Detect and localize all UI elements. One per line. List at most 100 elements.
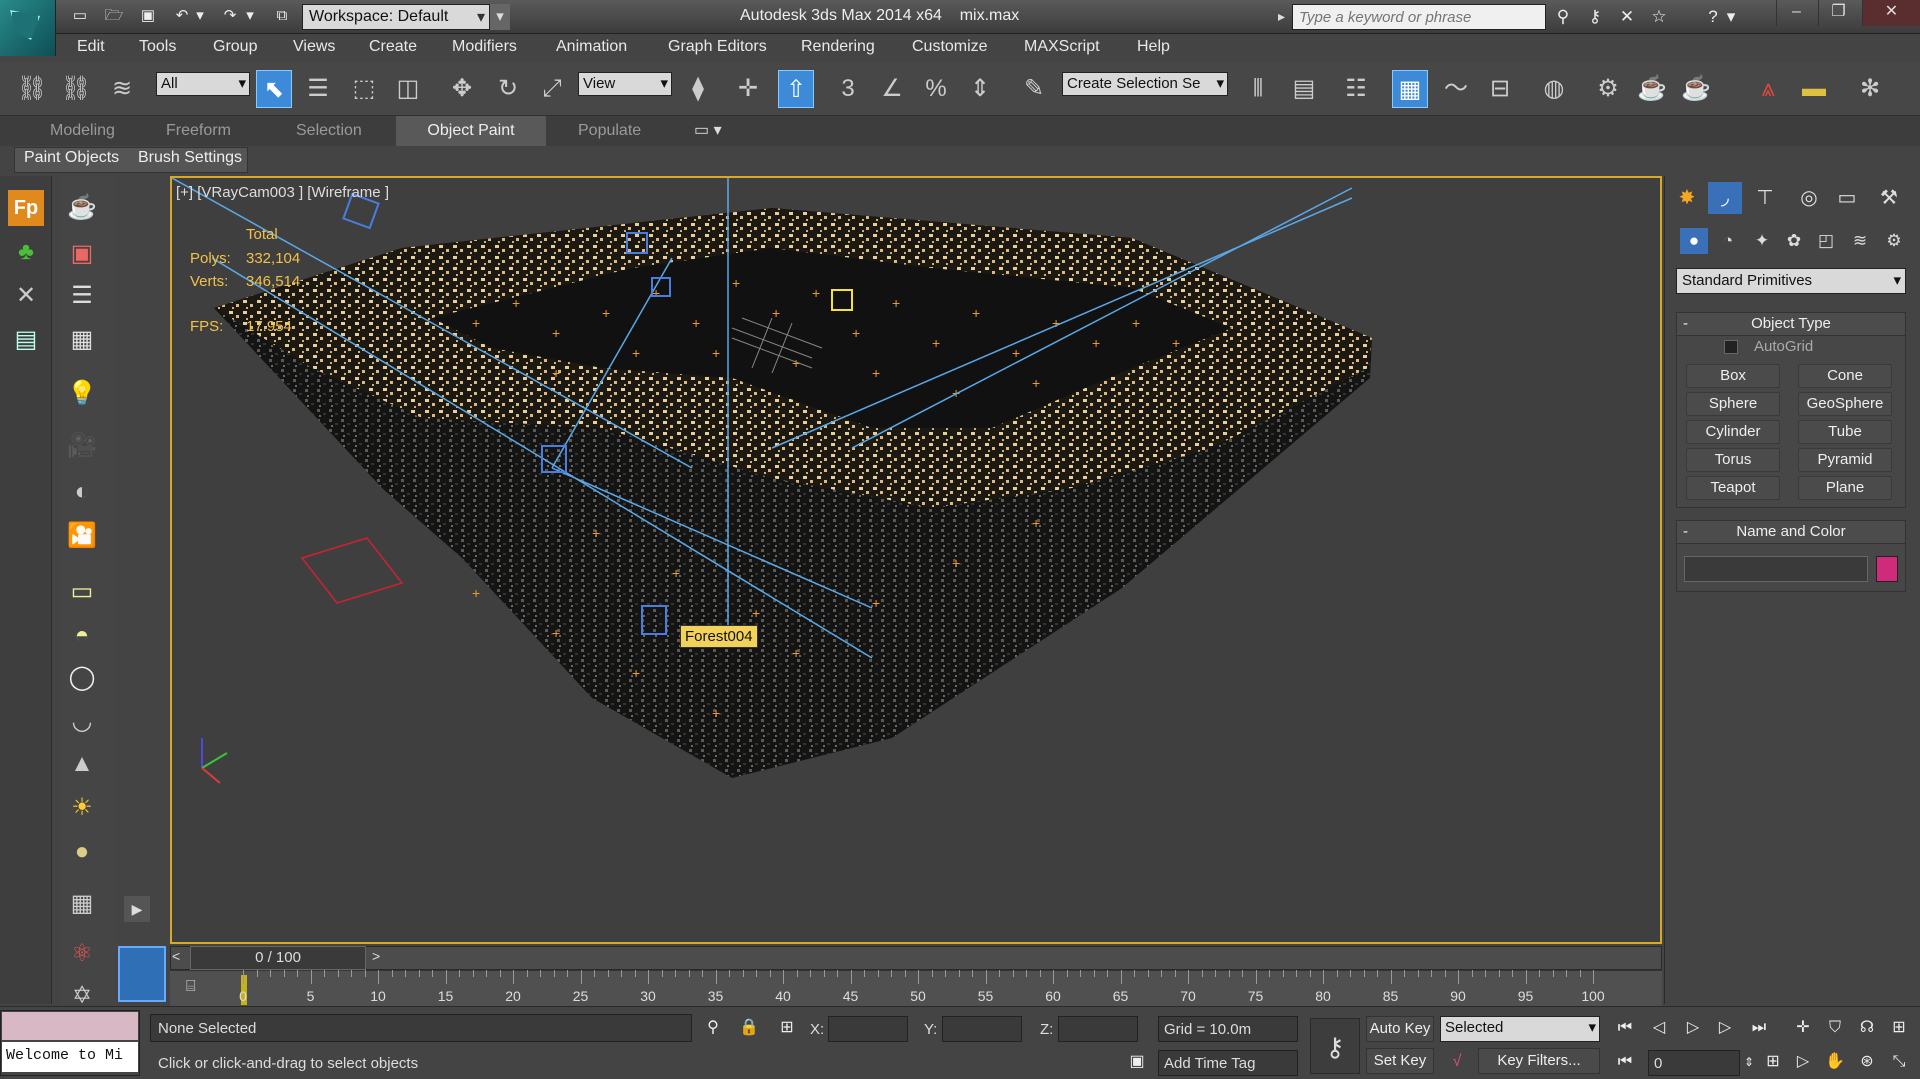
- window-crossing-icon[interactable]: ◫: [390, 70, 426, 108]
- menu-edit[interactable]: Edit: [77, 38, 105, 56]
- tube-button[interactable]: Tube: [1798, 420, 1892, 444]
- camera-icon[interactable]: 🎥: [64, 428, 100, 464]
- close-button[interactable]: ✕: [1862, 0, 1920, 26]
- default-tangents-icon[interactable]: √: [1444, 1050, 1470, 1074]
- roll-icon[interactable]: ☊: [1854, 1016, 1880, 1040]
- tab-modeling[interactable]: Modeling: [36, 116, 129, 146]
- sphere-solid-icon[interactable]: ●: [64, 834, 100, 870]
- teapot-icon[interactable]: ☕: [64, 190, 100, 226]
- tree-icon[interactable]: ♣: [8, 234, 44, 270]
- pivot-center-icon[interactable]: ⧫: [680, 70, 716, 108]
- new-file-icon[interactable]: ▭: [68, 5, 92, 27]
- menu-modifiers[interactable]: Modifiers: [452, 38, 517, 56]
- ribbon-options-icon[interactable]: ▭ ▾: [680, 116, 736, 146]
- isolate-selection-icon[interactable]: ⚲: [700, 1016, 726, 1040]
- keyboard-shortcut-override-button[interactable]: ⇧: [778, 70, 814, 108]
- y-coordinate-field[interactable]: [942, 1016, 1022, 1042]
- create-tab-icon[interactable]: ✸: [1670, 182, 1704, 214]
- object-type-rollout[interactable]: - Object Type: [1676, 312, 1906, 336]
- x-coordinate-field[interactable]: [828, 1016, 908, 1042]
- autogrid-checkbox[interactable]: [1724, 340, 1738, 354]
- bind-space-warp-icon[interactable]: ≋: [104, 70, 140, 108]
- rotate-icon[interactable]: ↻: [490, 70, 526, 108]
- restore-button[interactable]: ❐: [1818, 0, 1858, 26]
- align-icon[interactable]: ▤: [1286, 70, 1322, 108]
- geometry-category-dropdown[interactable]: Standard Primitives ▾: [1676, 268, 1906, 294]
- reference-coordinate-dropdown[interactable]: View ▾: [578, 72, 672, 96]
- percent-snap-icon[interactable]: %: [918, 70, 954, 108]
- help-dropdown-icon[interactable]: ▾: [1724, 5, 1738, 29]
- viewport-label[interactable]: [+] [VRayCam003 ] [Wireframe ]: [176, 184, 389, 201]
- menu-tools[interactable]: Tools: [139, 38, 176, 56]
- cone-button[interactable]: Cone: [1798, 364, 1892, 388]
- select-by-name-icon[interactable]: ☰: [300, 70, 336, 108]
- selection-lock-icon[interactable]: 🔒: [736, 1016, 762, 1040]
- angle-snap-icon[interactable]: ∠: [874, 70, 910, 108]
- scale-icon[interactable]: ⤢: [534, 70, 570, 108]
- curve-editor-mini-icon[interactable]: ⌸: [186, 978, 196, 996]
- project-folder-icon[interactable]: ⧉: [270, 5, 294, 27]
- time-tag-icon[interactable]: ▣: [1124, 1050, 1150, 1074]
- helpers-icon[interactable]: ◰: [1812, 228, 1840, 254]
- torus-button[interactable]: Torus: [1686, 448, 1780, 472]
- snowflake-icon[interactable]: ✻: [1852, 70, 1888, 108]
- lights-icon[interactable]: ✦: [1748, 228, 1776, 254]
- set-key-icon[interactable]: ⚷: [1310, 1018, 1360, 1074]
- bowl-icon[interactable]: ◡: [64, 704, 100, 740]
- undo-icon[interactable]: ↶: [170, 5, 194, 27]
- space-warps-icon[interactable]: ≋: [1846, 228, 1874, 254]
- sphere-light-icon[interactable]: ◐: [64, 474, 100, 510]
- time-slider-thumb[interactable]: 0 / 100: [190, 946, 366, 970]
- quick-access-dropdown[interactable]: ▾: [490, 4, 510, 30]
- plane-button[interactable]: Plane: [1798, 476, 1892, 500]
- mesh-icon[interactable]: ▦: [64, 886, 100, 922]
- grid-icon[interactable]: ▦: [64, 322, 100, 358]
- next-frame-icon[interactable]: >: [372, 948, 380, 964]
- unlink-icon[interactable]: ⛓: [58, 70, 94, 108]
- tab-object-paint[interactable]: Object Paint: [396, 116, 546, 146]
- schematic-view-icon[interactable]: ⊟: [1482, 70, 1518, 108]
- key-filters-button[interactable]: Key Filters...: [1478, 1048, 1600, 1074]
- rectangular-selection-icon[interactable]: ⬚: [346, 70, 382, 108]
- tab-freeform[interactable]: Freeform: [152, 116, 245, 146]
- brush-settings-panel[interactable]: Brush Settings: [138, 149, 242, 167]
- menu-animation[interactable]: Animation: [556, 38, 627, 56]
- maxscript-output[interactable]: Welcome to Mi: [2, 1042, 138, 1072]
- pan-view-icon[interactable]: ✛: [1790, 1016, 1816, 1040]
- utilities-tab-icon[interactable]: ⚒: [1872, 182, 1906, 214]
- pyramid-button[interactable]: Pyramid: [1798, 448, 1892, 472]
- save-file-icon[interactable]: ▣: [136, 5, 160, 27]
- tools-icon[interactable]: ✕: [8, 278, 44, 314]
- hierarchy-tab-icon[interactable]: ⊤: [1748, 182, 1782, 214]
- binoculars-icon[interactable]: ⚲: [1550, 5, 1576, 29]
- select-manipulate-icon[interactable]: ✛: [730, 70, 766, 108]
- render-production-icon[interactable]: ☕: [1678, 70, 1714, 108]
- edit-named-selection-icon[interactable]: ✎: [1016, 70, 1052, 108]
- cylinder-button[interactable]: Cylinder: [1686, 420, 1780, 444]
- viewport-thumbnail[interactable]: [118, 946, 166, 1002]
- dome-icon[interactable]: ◓: [64, 618, 100, 654]
- graphite-toggle-button[interactable]: ▦: [1392, 70, 1428, 108]
- pan-hand-icon[interactable]: ✋: [1822, 1050, 1848, 1074]
- menu-group[interactable]: Group: [213, 38, 257, 56]
- sun-icon[interactable]: ☀: [64, 790, 100, 826]
- field-of-view-icon[interactable]: ▷: [1790, 1050, 1816, 1074]
- shapes-icon[interactable]: ◔: [1714, 228, 1742, 254]
- time-slider[interactable]: [170, 946, 1662, 970]
- workspace-dropdown[interactable]: Workspace: Default ▾: [302, 4, 490, 30]
- render-icon[interactable]: ▣: [64, 236, 100, 272]
- menu-views[interactable]: Views: [293, 38, 335, 56]
- paint-objects-panel[interactable]: Paint Objects: [24, 149, 119, 167]
- object-name-field[interactable]: [1684, 556, 1868, 582]
- auto-key-button[interactable]: Auto Key: [1366, 1016, 1434, 1042]
- geosphere-button[interactable]: GeoSphere: [1798, 392, 1892, 416]
- maximize-toggle-icon[interactable]: ⤡: [1886, 1050, 1912, 1074]
- orbit-camera-icon[interactable]: ⊛: [1854, 1050, 1880, 1074]
- curve-editor-icon[interactable]: 〜: [1438, 70, 1474, 108]
- search-input[interactable]: [1292, 4, 1546, 30]
- z-coordinate-field[interactable]: [1058, 1016, 1138, 1042]
- named-selection-sets-dropdown[interactable]: Create Selection Se ▾: [1062, 72, 1228, 96]
- spinner-snap-icon[interactable]: ⇕: [962, 70, 998, 108]
- rendered-frame-window-icon[interactable]: ☕: [1634, 70, 1670, 108]
- go-to-start-icon[interactable]: ⏮: [1612, 1016, 1638, 1040]
